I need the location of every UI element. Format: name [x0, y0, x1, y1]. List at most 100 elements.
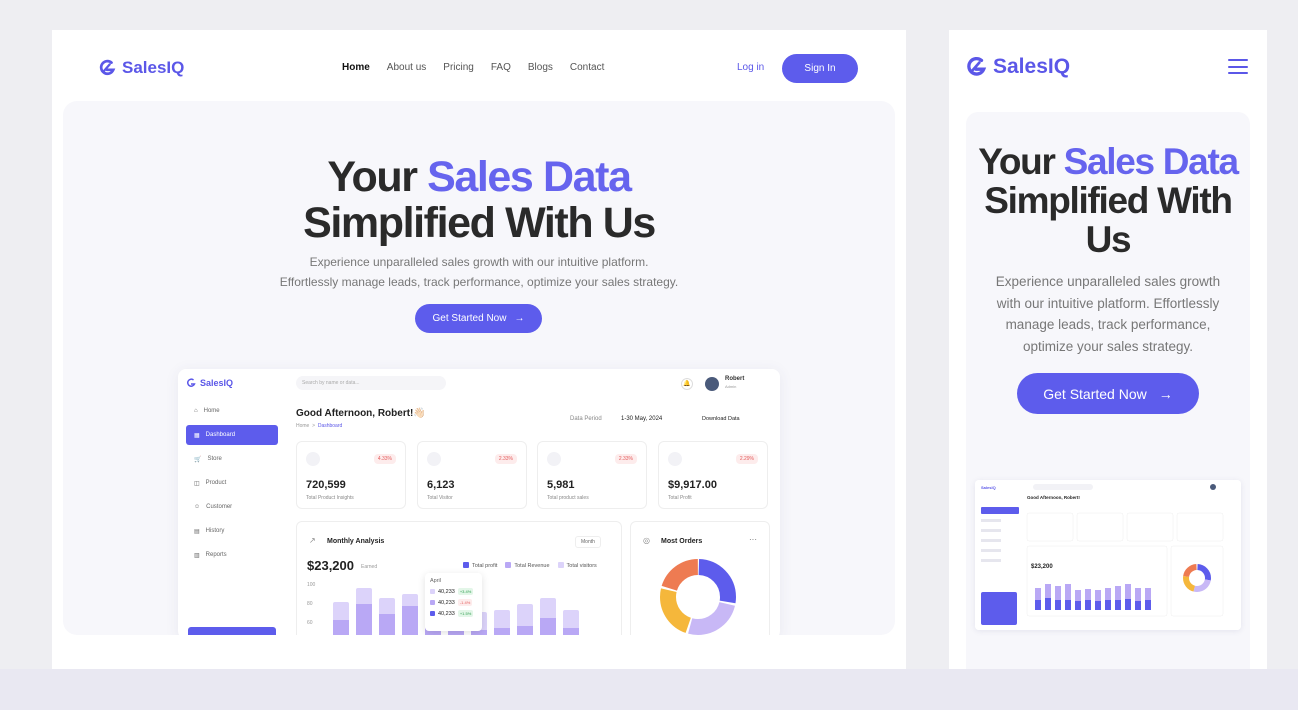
user-info: Robert Admin [725, 376, 744, 390]
tooltip-value: 40,233 [438, 610, 455, 617]
hero-subtitle: Experience unparalleled sales growth wit… [279, 255, 679, 289]
monthly-total-label: Earned [361, 564, 378, 570]
brand-logo[interactable]: SalesIQ [965, 55, 1070, 79]
sidebar-item-label: Store [207, 456, 222, 462]
sidebar-item-label: History [205, 528, 225, 534]
nav-pricing[interactable]: Pricing [443, 62, 474, 73]
sidebar-item-home[interactable]: ⌂ Home [186, 401, 278, 421]
orders-donut-chart [660, 559, 736, 635]
sidebar-item-label: Customer [206, 504, 233, 510]
month-select[interactable]: Month [575, 536, 601, 548]
nav-blogs[interactable]: Blogs [528, 62, 553, 73]
stat-label: Total Profit [668, 495, 692, 501]
tooltip-value: 40,233 [438, 588, 455, 595]
stat-value: 6,123 [427, 479, 455, 491]
users-icon: ☺ [194, 504, 201, 510]
avatar[interactable] [705, 377, 719, 391]
mobile-get-started-button[interactable]: Get Started Now → [1017, 373, 1199, 414]
y-tick: 60 [307, 620, 313, 626]
legend-item: Total profit [463, 562, 497, 569]
more-icon[interactable]: ··· [749, 535, 757, 544]
nav-home[interactable]: Home [342, 62, 370, 73]
y-tick: 100 [307, 582, 316, 588]
svg-text:$23,200: $23,200 [1031, 564, 1053, 570]
tooltip-row: 40,233 -1.4% [430, 599, 477, 606]
svg-text:SalesIQ: SalesIQ [981, 485, 996, 490]
dashboard-preview: SalesIQ Search by name or data... 🔔 Robe… [178, 369, 780, 635]
box-icon: ◫ [194, 480, 200, 487]
trend-icon: ↗ [309, 536, 316, 545]
dashboard-brand-name: SalesIQ [200, 378, 234, 388]
dashboard-greeting: Good Afternoon, Robert!👋🏻 [296, 408, 426, 419]
legend-item: Total visitors [557, 562, 597, 569]
mobile-hero-section: Your Sales Data Simplified With Us Exper… [966, 112, 1250, 669]
nav-faq[interactable]: FAQ [491, 62, 511, 73]
main-nav: Home About us Pricing FAQ Blogs Contact [342, 62, 604, 73]
stat-card: 2.33% 6,123 Total Visitor [417, 441, 527, 509]
page-bottom-band [0, 669, 1298, 710]
stat-value: $9,917.00 [668, 479, 717, 491]
tooltip-row: 40,233 +3.4% [430, 588, 477, 595]
tooltip-change: +3.4% [457, 588, 474, 595]
dashboard-search-input[interactable]: Search by name or data... [296, 376, 446, 390]
report-icon: ▥ [194, 552, 200, 559]
y-tick: 80 [307, 601, 313, 607]
hamburger-menu-icon[interactable] [1228, 59, 1248, 74]
stat-change: 4.33% [373, 454, 396, 464]
desktop-frame: SalesIQ Home About us Pricing FAQ Blogs … [52, 30, 906, 669]
download-data-button[interactable]: Download Data [702, 416, 740, 422]
login-link[interactable]: Log in [737, 62, 764, 73]
brand-logo[interactable]: SalesIQ [98, 58, 184, 78]
brand-mark-icon [187, 378, 196, 387]
breadcrumb-current: Dashboard [317, 423, 343, 429]
get-started-label: Get Started Now [432, 313, 507, 324]
monthly-title: Monthly Analysis [327, 538, 385, 545]
sidebar-item-store[interactable]: 🛒 Store [186, 449, 278, 469]
stat-card: 2.33% 5,981 Total product sales [537, 441, 647, 509]
user-name: Robert [725, 376, 745, 382]
sidebar-item-dashboard[interactable]: ▦ Dashboard [186, 425, 278, 445]
dashboard-sidebar: ⌂ Home ▦ Dashboard 🛒 Store ◫ Product ☺ Custom… [186, 401, 278, 569]
sidebar-item-product[interactable]: ◫ Product [186, 473, 278, 493]
stat-change: 2.33% [614, 454, 637, 464]
hero-title-text: Your [327, 153, 428, 201]
legend-label: Total Revenue [514, 563, 550, 569]
hero-section: Your Sales Data Simplified With Us Exper… [63, 101, 895, 635]
bell-icon[interactable]: 🔔 [681, 378, 693, 390]
dashboard-thumbnail: SalesIQ Good Afternoon, Robert! $23,200 [975, 480, 1241, 630]
stat-label: Total Product Insights [306, 495, 354, 501]
monthly-analysis-panel: ↗ Monthly Analysis Month $23,200 Earned … [296, 521, 622, 635]
hero-title-accent: Sales Data [427, 153, 632, 201]
grid-icon: ▦ [194, 432, 200, 439]
data-period-select[interactable]: 1-30 May, 2024 [621, 416, 662, 422]
signin-button[interactable]: Sign In [782, 54, 858, 83]
legend-item: Total Revenue [505, 562, 550, 569]
users-icon [427, 452, 441, 466]
stat-label: Total Visitor [427, 495, 453, 501]
arrow-right-icon: → [514, 313, 525, 324]
hero-title-line1: Your Sales Data [63, 154, 895, 200]
sidebar-item-reports[interactable]: ▥ Reports [186, 545, 278, 565]
most-orders-panel: ◎ Most Orders ··· [630, 521, 770, 635]
cart-icon: 🛒 [194, 456, 202, 463]
brand-name: SalesIQ [993, 55, 1071, 78]
brand-mark-icon [99, 59, 116, 76]
breadcrumb-home[interactable]: Home [296, 423, 309, 429]
nav-contact[interactable]: Contact [570, 62, 604, 73]
nav-about[interactable]: About us [387, 62, 426, 73]
stat-label: Total product sales [547, 495, 589, 501]
sidebar-item-customer[interactable]: ☺ Customer [186, 497, 278, 517]
data-period-label: Data Period [570, 416, 602, 422]
stat-value: 5,981 [547, 479, 575, 491]
hero-title-accent: Sales Data [1063, 141, 1239, 182]
target-icon: ◎ [643, 536, 650, 545]
sidebar-item-history[interactable]: ▤ History [186, 521, 278, 541]
stat-change: 2.29% [735, 454, 758, 464]
sidebar-item-label: Product [205, 480, 227, 486]
tooltip-row: 40,233 +1.5% [430, 610, 477, 617]
hero-title-text: Your [978, 141, 1064, 182]
stat-value: 720,599 [306, 479, 346, 491]
sidebar-promo[interactable] [188, 627, 276, 635]
mobile-title-line3: Us [1085, 219, 1132, 260]
get-started-button[interactable]: Get Started Now → [415, 304, 542, 333]
